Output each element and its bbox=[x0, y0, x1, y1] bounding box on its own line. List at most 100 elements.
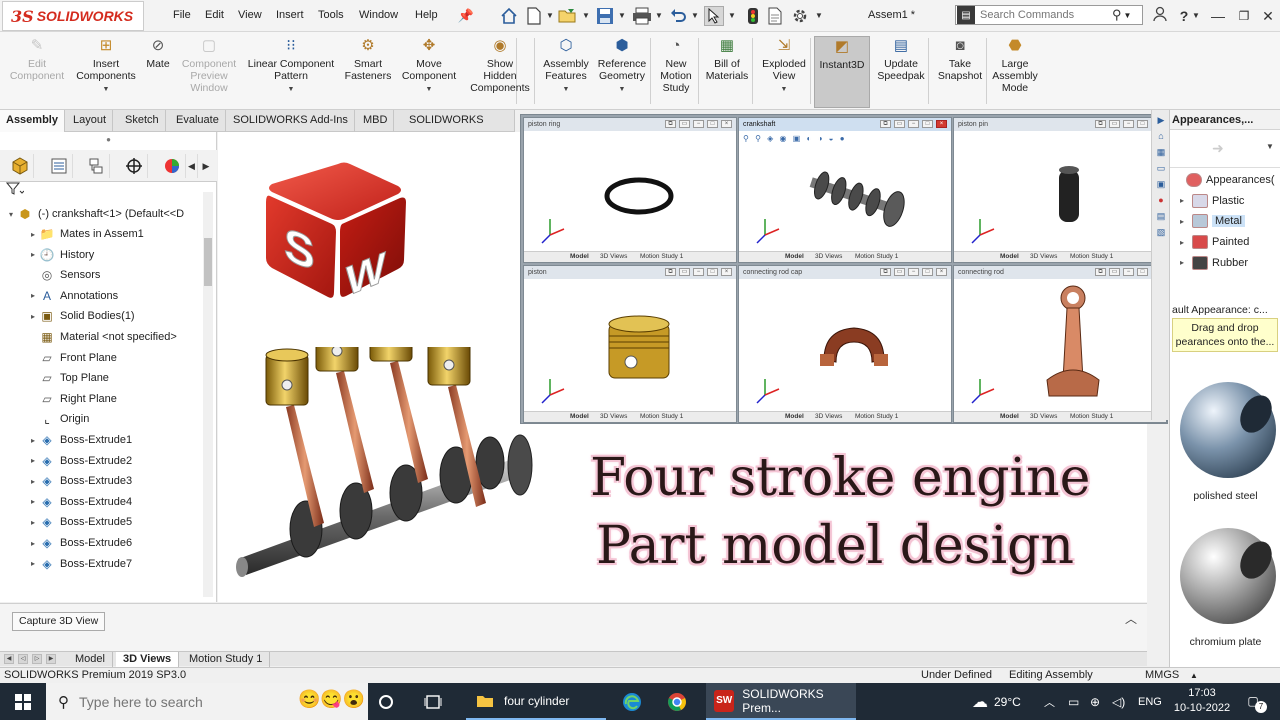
restore-icon[interactable]: ⧉ bbox=[1095, 268, 1106, 276]
view-palette-icon[interactable]: ▣ bbox=[1155, 178, 1167, 190]
menu-edit[interactable]: Edit bbox=[205, 9, 224, 21]
tile-icon[interactable]: ▭ bbox=[1109, 268, 1120, 276]
tab-solidworks-cam[interactable]: SOLIDWORKS CAM bbox=[403, 110, 515, 147]
dropdown-caret-icon[interactable]: ▼ bbox=[619, 84, 626, 96]
tree-item[interactable]: ▸ A Annotations bbox=[28, 286, 118, 306]
file-properties-icon[interactable] bbox=[765, 6, 785, 26]
part-window[interactable]: piston pin⧉▭−□×Model3D ViewsMotion Study… bbox=[953, 117, 1167, 263]
tab-3d-views[interactable]: 3D Views bbox=[116, 652, 180, 667]
search-caret-icon[interactable]: ▼ bbox=[1124, 11, 1132, 20]
part-window[interactable]: connecting rod cap ⧉ ▭ − □ × Model 3D Views Moti… bbox=[738, 265, 952, 423]
part-window-tab[interactable]: Motion Study 1 bbox=[1070, 252, 1113, 262]
insert-components-button[interactable]: ⊞ Insert Components ▼ bbox=[72, 36, 140, 108]
part-window[interactable]: piston ring ⧉ ▭ − □ × Model 3D Views Motion Stud… bbox=[523, 117, 737, 263]
part-window-tab[interactable]: Motion Study 1 bbox=[855, 412, 898, 422]
restore-icon[interactable]: ⧉ bbox=[880, 120, 891, 128]
tab-evaluate[interactable]: Evaluate bbox=[170, 110, 226, 132]
user-icon[interactable] bbox=[1148, 6, 1172, 26]
forum-icon[interactable]: ▧ bbox=[1155, 226, 1167, 238]
reference-geometry-button[interactable]: ⬢ Reference Geometry ▼ bbox=[594, 36, 650, 108]
part-window[interactable]: crankshaft ⧉ ▭ − □ × ⚲ ⚲ ◈ ◉ ▣ ◐ ◑ ◒ ● Model 3D … bbox=[738, 117, 952, 263]
print-icon[interactable] bbox=[632, 6, 652, 26]
part-window-tab[interactable]: 3D Views bbox=[1030, 412, 1057, 422]
part-window-tab[interactable]: 3D Views bbox=[1030, 252, 1057, 262]
edit-component-button[interactable]: ✎ Edit Component bbox=[8, 36, 66, 108]
tree-item[interactable]: ▦ Material <not specified> bbox=[28, 327, 176, 347]
minimize-icon[interactable]: − bbox=[908, 268, 919, 276]
taskbar-app-explorer[interactable]: four cylinder bbox=[466, 683, 606, 720]
instant3d-button[interactable]: ◩ Instant3D bbox=[814, 36, 870, 108]
mate-button[interactable]: ⊘ Mate bbox=[143, 36, 173, 108]
maximize-icon[interactable]: □ bbox=[922, 120, 933, 128]
tree-item[interactable]: ⌞ Origin bbox=[28, 409, 89, 429]
exploded-view-button[interactable]: ⇲ Exploded View ▼ bbox=[756, 36, 812, 108]
tab-model[interactable]: Model bbox=[68, 652, 113, 667]
expand-icon[interactable]: ▸ bbox=[28, 291, 38, 300]
expand-icon[interactable]: ▸ bbox=[28, 559, 38, 568]
part-window-tab[interactable]: 3D Views bbox=[815, 252, 842, 262]
expand-icon[interactable]: ▸ bbox=[28, 497, 38, 506]
minimize-icon[interactable]: − bbox=[1123, 268, 1134, 276]
tile-icon[interactable]: ▭ bbox=[1109, 120, 1120, 128]
tree-item[interactable]: ▸ ◈ Boss-Extrude6 bbox=[28, 533, 132, 553]
network-icon[interactable]: ▭ bbox=[1068, 683, 1079, 720]
input-language[interactable]: ENG bbox=[1138, 683, 1162, 720]
maximize-icon[interactable]: □ bbox=[707, 120, 718, 128]
options-caret-icon[interactable]: ▼ bbox=[815, 11, 823, 20]
collapse-icon[interactable]: ▾ bbox=[6, 210, 16, 219]
restore-icon[interactable]: ⧉ bbox=[880, 268, 891, 276]
units-caret-icon[interactable]: ▲ bbox=[1190, 668, 1198, 683]
save-caret-icon[interactable]: ▼ bbox=[618, 11, 626, 20]
minimize-icon[interactable]: − bbox=[693, 268, 704, 276]
appearance-folder[interactable]: ▸ Plastic bbox=[1180, 191, 1244, 211]
part-window-tab[interactable]: 3D Views bbox=[815, 412, 842, 422]
snapshot-button[interactable]: ◙ Take Snapshot bbox=[932, 36, 988, 108]
help-caret-icon[interactable]: ▼ bbox=[1192, 11, 1200, 20]
home-icon[interactable] bbox=[499, 6, 519, 26]
assembly-features-button[interactable]: ⬡ Assembly Features ▼ bbox=[538, 36, 594, 108]
search-commands[interactable]: ▤ ⚲ ▼ bbox=[955, 5, 1143, 25]
part-window-tab[interactable]: Motion Study 1 bbox=[640, 252, 683, 262]
unit-system[interactable]: MMGS bbox=[1145, 668, 1179, 683]
next-tab-icon[interactable]: ▷ bbox=[32, 654, 42, 664]
move-component-button[interactable]: ✥ Move Component ▼ bbox=[398, 36, 460, 108]
speedpak-button[interactable]: ▤ Update Speedpak bbox=[873, 36, 929, 108]
large-assembly-button[interactable]: ⬣ Large Assembly Mode bbox=[990, 36, 1040, 108]
pin-icon[interactable]: 📌 bbox=[456, 6, 476, 26]
collapse-panel-icon[interactable]: ︿ bbox=[1125, 610, 1137, 627]
maximize-icon[interactable]: □ bbox=[707, 268, 718, 276]
forward-arrow-icon[interactable]: ➜ bbox=[1212, 140, 1224, 157]
part-window[interactable]: connecting rod⧉▭−□×Model3D ViewsMotion S… bbox=[953, 265, 1167, 423]
part-window-tab[interactable]: Model bbox=[785, 252, 804, 262]
chrome-icon[interactable] bbox=[667, 683, 695, 720]
part-window[interactable]: piston ⧉ ▭ − □ × Model 3D Views Motion Study 1 bbox=[523, 265, 737, 423]
expand-icon[interactable]: ▸ bbox=[1180, 196, 1192, 205]
search-icon[interactable]: ⚲ bbox=[1112, 7, 1122, 23]
close-icon[interactable]: × bbox=[721, 268, 732, 276]
part-model-render[interactable] bbox=[954, 279, 1167, 413]
rebuild-icon[interactable] bbox=[743, 6, 763, 26]
taskbar-search-input[interactable] bbox=[79, 693, 279, 710]
linear-pattern-button[interactable]: ⁝⁝ Linear Component Pattern ▼ bbox=[243, 36, 339, 108]
dropdown-caret-icon[interactable]: ▼ bbox=[103, 84, 110, 96]
restore-icon[interactable]: ⧉ bbox=[665, 120, 676, 128]
part-model-render[interactable] bbox=[954, 131, 1167, 253]
part-window-tab[interactable]: Model bbox=[570, 252, 589, 262]
part-model-render[interactable] bbox=[524, 279, 737, 413]
task-view-icon[interactable] bbox=[424, 683, 452, 720]
maximize-icon[interactable]: □ bbox=[1137, 120, 1148, 128]
weather-widget[interactable]: ☁ 29°C bbox=[972, 683, 1021, 720]
solidworks-logo[interactable]: 3S SOLIDWORKS bbox=[2, 1, 144, 31]
tree-item[interactable]: ◎ Sensors bbox=[28, 265, 101, 285]
expand-icon[interactable]: ▸ bbox=[28, 436, 38, 445]
undo-icon[interactable] bbox=[668, 6, 688, 26]
notification-center-icon[interactable]: ▢ 7 bbox=[1243, 691, 1267, 713]
minimize-icon[interactable]: — bbox=[1206, 6, 1230, 26]
prev-tab-icon[interactable]: ◁ bbox=[18, 654, 28, 664]
tree-item[interactable]: ▱ Front Plane bbox=[28, 348, 117, 368]
expand-icon[interactable]: ▸ bbox=[28, 312, 38, 321]
part-window-tab[interactable]: Motion Study 1 bbox=[1070, 412, 1113, 422]
swatch-polished-steel[interactable]: polished steel bbox=[1170, 372, 1280, 502]
pane-menu-caret-icon[interactable]: ▼ bbox=[1266, 142, 1274, 151]
panel-grip[interactable]: ● bbox=[0, 132, 217, 150]
